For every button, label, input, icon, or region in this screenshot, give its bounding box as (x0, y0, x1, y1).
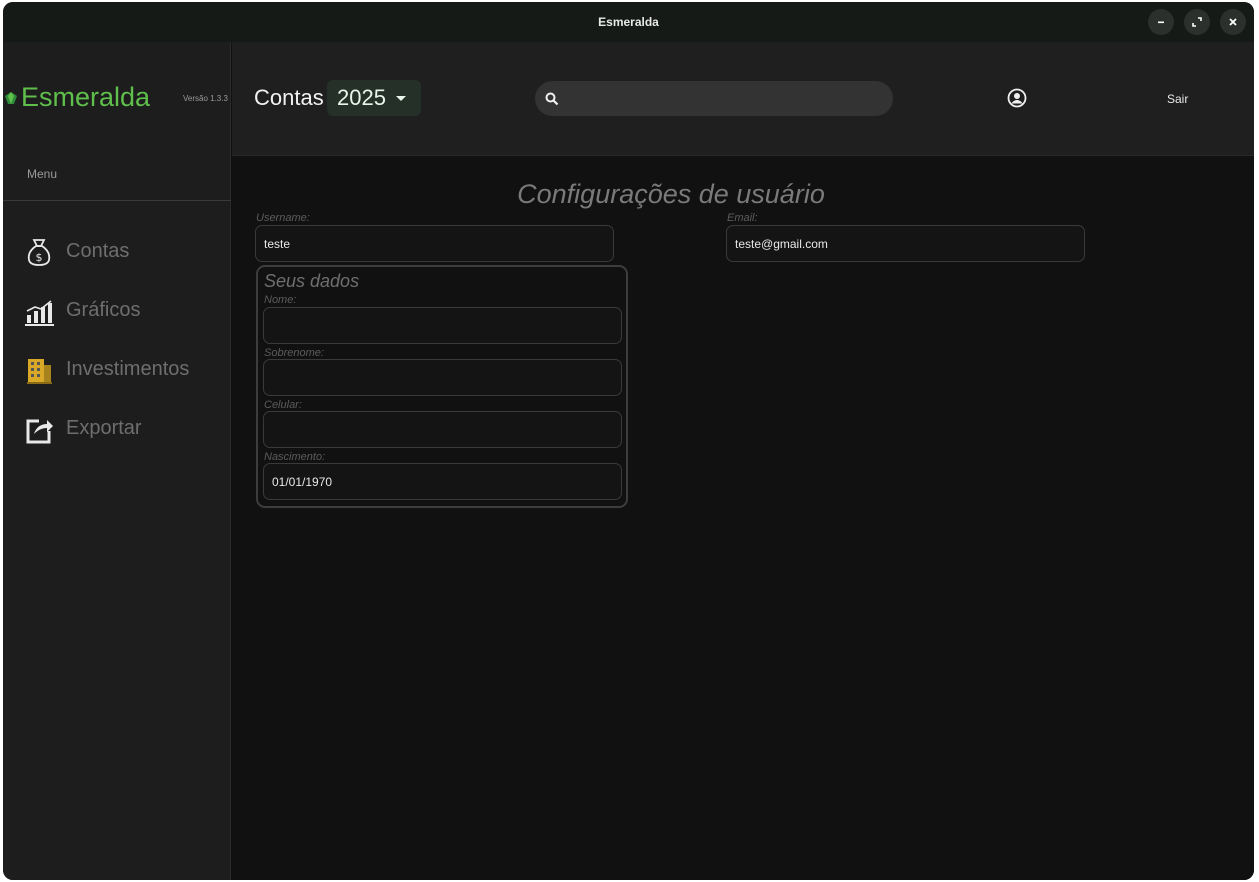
window-title: Esmeralda (598, 15, 659, 29)
building-icon (23, 354, 55, 386)
minimize-icon (1158, 21, 1164, 24)
brand-name: Esmeralda (21, 82, 151, 112)
settings-content: Configurações de usuário Username: Email… (232, 157, 1254, 880)
menu-divider (3, 200, 231, 201)
year-dropdown[interactable]: 2025 (327, 80, 421, 116)
nascimento-input[interactable] (272, 474, 621, 489)
nascimento-label: Nascimento: (264, 451, 326, 463)
search-icon (545, 92, 559, 105)
email-label: Email: (727, 212, 758, 224)
sidebar-item-label: Gráficos (66, 299, 141, 321)
sidebar-item-exportar[interactable]: Exportar (23, 399, 189, 458)
sidebar-item-contas[interactable]: $ Contas (23, 222, 189, 281)
sidebar-item-label: Investimentos (66, 358, 190, 380)
minimize-button[interactable] (1148, 9, 1174, 35)
close-button[interactable] (1220, 9, 1246, 35)
version-label: Versão 1.3.3 (183, 94, 228, 103)
svg-text:$: $ (36, 251, 43, 264)
email-field[interactable] (726, 225, 1085, 262)
page-section-title: Contas (254, 85, 324, 110)
bar-chart-icon (23, 295, 55, 327)
year-value: 2025 (337, 85, 386, 110)
close-icon (1229, 18, 1237, 26)
chevron-down-icon (395, 95, 406, 101)
group-title: Seus dados (264, 271, 360, 291)
sidebar-item-label: Contas (66, 240, 130, 262)
menu-label: Menu (27, 167, 58, 181)
celular-field[interactable] (263, 411, 622, 448)
export-icon (23, 413, 55, 445)
sobrenome-input[interactable] (272, 370, 621, 385)
sidebar-item-investimentos[interactable]: Investimentos (23, 340, 189, 399)
search-input[interactable] (567, 90, 867, 107)
sidebar-nav: $ Contas Gráficos Investimentos Exportar (23, 222, 189, 458)
maximize-icon (1192, 17, 1202, 27)
app-window: Esmeralda Esmeralda Versão 1.3.3 Menu $ … (3, 2, 1254, 880)
sidebar-item-label: Exportar (66, 417, 142, 439)
email-input[interactable] (735, 236, 1084, 251)
user-account-icon[interactable] (1007, 88, 1027, 108)
sidebar: Esmeralda Versão 1.3.3 Menu $ Contas Grá… (3, 42, 231, 880)
maximize-button[interactable] (1184, 9, 1210, 35)
search-bar[interactable] (535, 81, 893, 116)
celular-input[interactable] (272, 422, 621, 437)
username-label: Username: (256, 212, 310, 224)
window-controls (1148, 9, 1246, 35)
page-title: Configurações de usuário (517, 179, 825, 209)
money-bag-icon: $ (23, 236, 55, 268)
celular-label: Celular: (264, 399, 302, 411)
nascimento-field[interactable] (263, 463, 622, 500)
sobrenome-field[interactable] (263, 359, 622, 396)
personal-data-group: Seus dados Nome: Sobrenome: Celular: Nas… (256, 265, 628, 508)
header: Contas 2025 Sair (232, 42, 1254, 156)
nome-input[interactable] (272, 318, 621, 333)
nome-field[interactable] (263, 307, 622, 344)
nome-label: Nome: (264, 294, 297, 306)
brand: Esmeralda (3, 82, 150, 113)
emerald-gem-icon (5, 91, 17, 104)
username-input[interactable] (264, 236, 613, 251)
title-bar: Esmeralda (3, 2, 1254, 42)
logout-button[interactable]: Sair (1167, 92, 1188, 106)
sidebar-item-graficos[interactable]: Gráficos (23, 281, 189, 340)
sobrenome-label: Sobrenome: (264, 347, 324, 359)
username-field[interactable] (255, 225, 614, 262)
